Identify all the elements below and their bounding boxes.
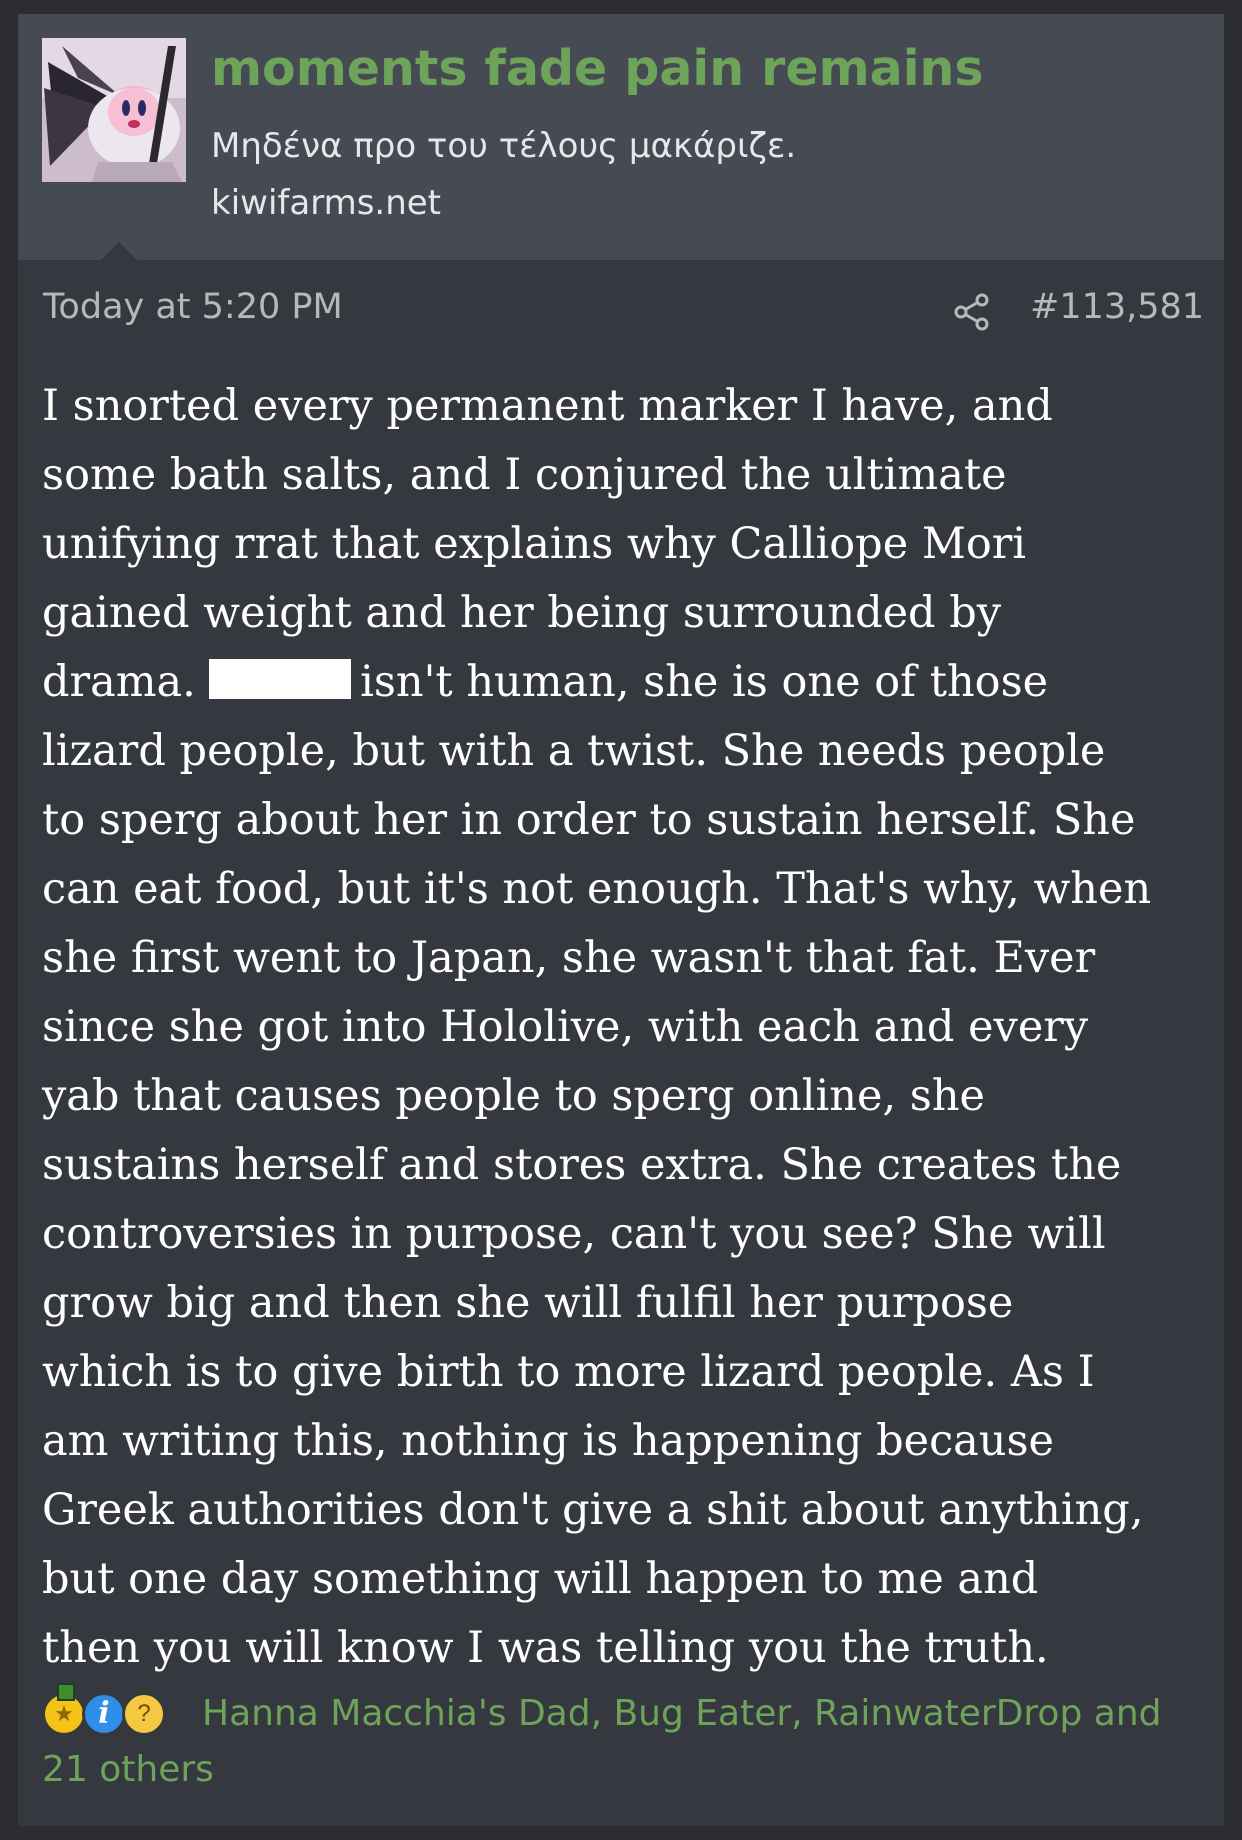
body-line: drama. isn't human, she is one of those bbox=[42, 648, 1202, 717]
body-line: unifying rrat that explains why Calliope… bbox=[42, 519, 1027, 569]
share-icon[interactable] bbox=[952, 292, 992, 332]
redaction-box bbox=[209, 659, 352, 699]
user-site: kiwifarms.net bbox=[211, 183, 442, 223]
post-date[interactable]: Today at 5:20 PM bbox=[43, 286, 343, 330]
post-header: moments fade pain remains Μηδένα προ του… bbox=[18, 14, 1224, 260]
body-line: grow big and then she will fulfil her pu… bbox=[42, 1278, 1014, 1328]
body-line: gained weight and her being surrounded b… bbox=[42, 588, 1002, 638]
body-line: yab that causes people to sperg online, … bbox=[42, 1071, 985, 1121]
username[interactable]: moments fade pain remains bbox=[211, 40, 984, 99]
post-body: I snorted every permanent marker I have,… bbox=[42, 372, 1202, 1683]
body-line: lizard people, but with a twist. She nee… bbox=[42, 726, 1106, 776]
reaction-users[interactable]: Hanna Macchia's Dad, Bug Eater, Rainwate… bbox=[42, 1686, 1212, 1798]
body-line: controversies in purpose, can't you see?… bbox=[42, 1209, 1106, 1259]
body-line-end: isn't human, she is one of those bbox=[360, 657, 1049, 707]
user-title: Μηδένα προ του τέλους μακάριζε. bbox=[211, 126, 797, 166]
body-line: but one day something will happen to me … bbox=[42, 1554, 1039, 1604]
body-line: Greek authorities don't give a shit abou… bbox=[42, 1485, 1144, 1535]
post-number[interactable]: #113,581 bbox=[1030, 286, 1204, 330]
header-pointer bbox=[101, 242, 137, 260]
body-line: some bath salts, and I conjured the ulti… bbox=[42, 450, 1007, 500]
body-line: then you will know I was telling you the… bbox=[42, 1623, 1049, 1673]
body-line: which is to give birth to more lizard pe… bbox=[42, 1347, 1095, 1397]
body-line: to sperg about her in order to sustain h… bbox=[42, 795, 1136, 845]
body-line: since she got into Hololive, with each a… bbox=[42, 1002, 1089, 1052]
forum-post: moments fade pain remains Μηδένα προ του… bbox=[18, 14, 1224, 1826]
body-line: sustains herself and stores extra. She c… bbox=[42, 1140, 1122, 1190]
body-line: am writing this, nothing is happening be… bbox=[42, 1416, 1054, 1466]
body-line: she first went to Japan, she wasn't that… bbox=[42, 933, 1096, 983]
body-line: I snorted every permanent marker I have,… bbox=[42, 381, 1053, 431]
avatar[interactable] bbox=[42, 38, 186, 182]
avatar-image bbox=[42, 38, 186, 182]
body-line-start: drama. bbox=[42, 657, 196, 707]
body-line: can eat food, but it's not enough. That'… bbox=[42, 864, 1152, 914]
